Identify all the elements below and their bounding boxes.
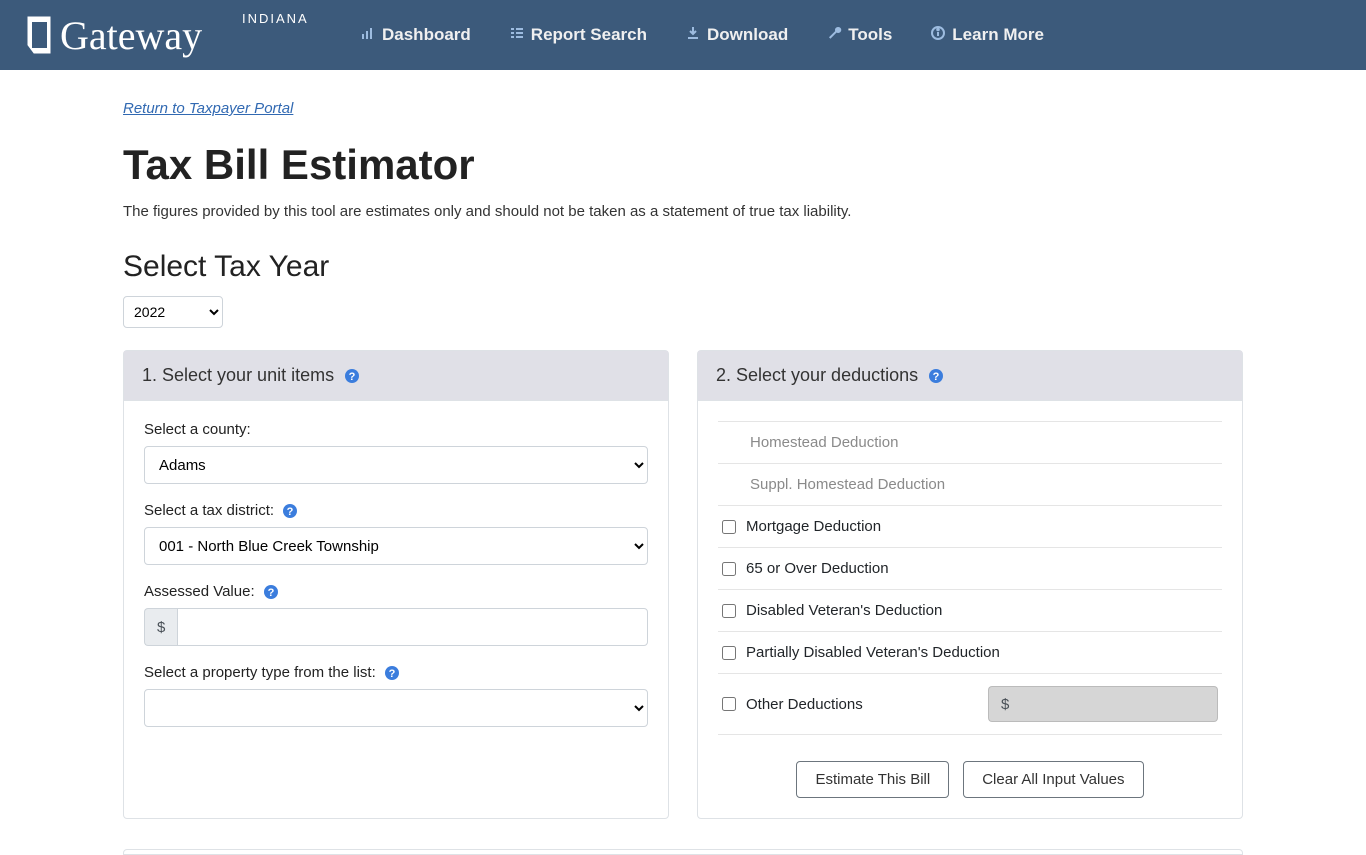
page-title: Tax Bill Estimator [123, 141, 1243, 189]
deduction-list: Homestead Deduction Suppl. Homestead Ded… [718, 421, 1222, 735]
property-label: Select a property type from the list: [144, 664, 376, 681]
nav-download[interactable]: Download [685, 25, 788, 46]
disabled-vet-checkbox[interactable] [722, 604, 736, 618]
deduction-disabled-vet: Disabled Veteran's Deduction [718, 590, 1222, 632]
property-type-select[interactable] [144, 689, 648, 727]
panel2-header: 2. Select your deductions ? [698, 351, 1242, 401]
currency-prefix: $ [144, 608, 177, 646]
select-year-heading: Select Tax Year [123, 250, 1243, 284]
currency-prefix: $ [988, 686, 1021, 722]
bottom-panel-edge [123, 849, 1243, 855]
bars-icon [360, 25, 376, 46]
panel-deductions: 2. Select your deductions ? Homestead De… [697, 350, 1243, 819]
svg-text:?: ? [933, 371, 940, 383]
wrench-icon [826, 25, 842, 46]
help-icon[interactable]: ? [928, 368, 944, 384]
deduction-suppl-homestead: Suppl. Homestead Deduction [718, 464, 1222, 506]
nav-learn-more[interactable]: Learn More [930, 25, 1044, 46]
mortgage-checkbox[interactable] [722, 520, 736, 534]
main-container: Return to Taxpayer Portal Tax Bill Estim… [103, 70, 1263, 855]
logo[interactable]: Gateway INDIANA [20, 9, 320, 61]
deduction-homestead: Homestead Deduction [718, 421, 1222, 464]
panel2-title: 2. Select your deductions [716, 365, 918, 386]
deduction-mortgage: Mortgage Deduction [718, 506, 1222, 548]
panel-unit-items: 1. Select your unit items ? Select a cou… [123, 350, 669, 819]
county-label: Select a county: [144, 421, 648, 438]
button-row: Estimate This Bill Clear All Input Value… [718, 761, 1222, 798]
nav-dashboard-label: Dashboard [382, 25, 471, 45]
list-icon [509, 25, 525, 46]
nav-tools-label: Tools [848, 25, 892, 45]
nav-tools[interactable]: Tools [826, 25, 892, 46]
svg-text:INDIANA: INDIANA [242, 11, 309, 26]
nav-report-search[interactable]: Report Search [509, 25, 647, 46]
partial-vet-checkbox[interactable] [722, 646, 736, 660]
estimate-button[interactable]: Estimate This Bill [796, 761, 949, 798]
nav-links: Dashboard Report Search Download Tools L… [360, 25, 1044, 46]
help-icon[interactable]: ? [384, 665, 400, 681]
nav-download-label: Download [707, 25, 788, 45]
district-label: Select a tax district: [144, 502, 274, 519]
year-select[interactable]: 2022 [123, 296, 223, 328]
nav-dashboard[interactable]: Dashboard [360, 25, 471, 46]
svg-text:Gateway: Gateway [60, 13, 202, 58]
help-icon[interactable]: ? [282, 503, 298, 519]
navbar: Gateway INDIANA Dashboard Report Search … [0, 0, 1366, 70]
panel1-title: 1. Select your unit items [142, 365, 334, 386]
panels-row: 1. Select your unit items ? Select a cou… [123, 350, 1243, 819]
assessed-label: Assessed Value: [144, 583, 255, 600]
deduction-partial-vet: Partially Disabled Veteran's Deduction [718, 632, 1222, 674]
disclaimer: The figures provided by this tool are es… [123, 203, 1243, 220]
panel1-header: 1. Select your unit items ? [124, 351, 668, 401]
help-icon[interactable]: ? [263, 584, 279, 600]
assessed-value-input[interactable] [177, 608, 648, 646]
deduction-other: Other Deductions $ [718, 674, 1222, 735]
clear-button[interactable]: Clear All Input Values [963, 761, 1143, 798]
svg-text:?: ? [388, 668, 395, 680]
other-amount-input[interactable] [1021, 686, 1218, 722]
other-checkbox[interactable] [722, 697, 736, 711]
nav-learn-more-label: Learn More [952, 25, 1044, 45]
district-select[interactable]: 001 - North Blue Creek Township [144, 527, 648, 565]
svg-text:?: ? [287, 506, 294, 518]
svg-text:?: ? [349, 371, 356, 383]
nav-report-search-label: Report Search [531, 25, 647, 45]
county-select[interactable]: Adams [144, 446, 648, 484]
over65-checkbox[interactable] [722, 562, 736, 576]
download-icon [685, 25, 701, 46]
return-link[interactable]: Return to Taxpayer Portal [123, 100, 293, 117]
svg-text:?: ? [267, 587, 274, 599]
help-icon[interactable]: ? [344, 368, 360, 384]
deduction-over65: 65 or Over Deduction [718, 548, 1222, 590]
info-icon [930, 25, 946, 46]
